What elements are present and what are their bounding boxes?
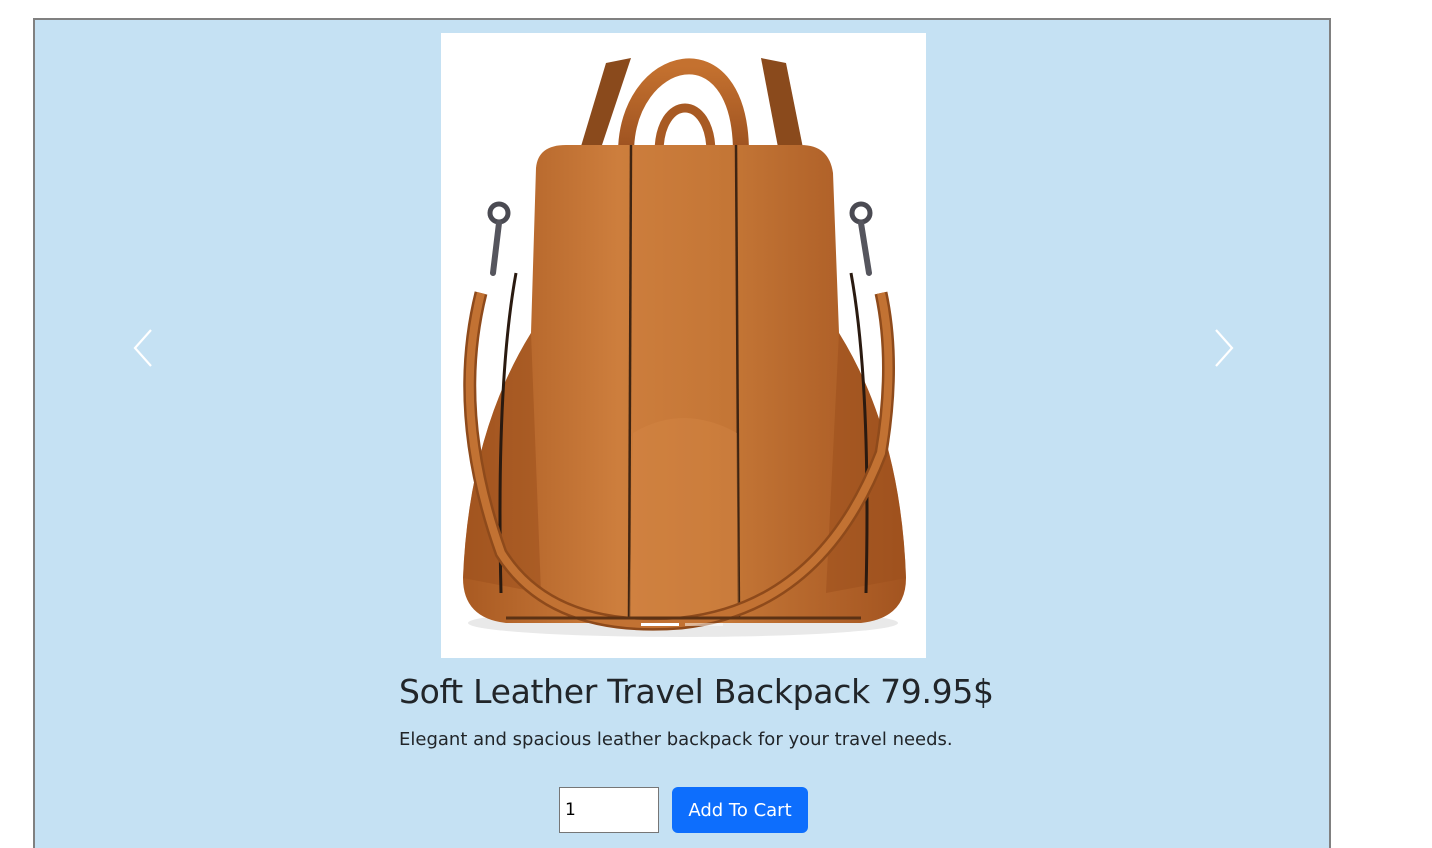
product-image: [441, 33, 926, 658]
chevron-left-icon: [133, 329, 152, 367]
product-description: Elegant and spacious leather backpack fo…: [399, 729, 953, 750]
carousel-prev-button[interactable]: [129, 326, 159, 370]
carousel-indicator-2[interactable]: [685, 623, 723, 626]
product-carousel: [35, 20, 1329, 670]
quantity-input[interactable]: [559, 787, 659, 833]
product-title: Soft Leather Travel Backpack 79.95$: [399, 672, 994, 711]
product-card: Soft Leather Travel Backpack 79.95$ Eleg…: [33, 18, 1331, 848]
carousel-indicators: [641, 623, 723, 626]
carousel-indicator-1[interactable]: [641, 623, 679, 626]
chevron-right-icon: [1215, 329, 1234, 367]
add-to-cart-button[interactable]: Add To Cart: [672, 787, 808, 833]
backpack-illustration: [463, 58, 906, 637]
carousel-next-button[interactable]: [1208, 326, 1238, 370]
